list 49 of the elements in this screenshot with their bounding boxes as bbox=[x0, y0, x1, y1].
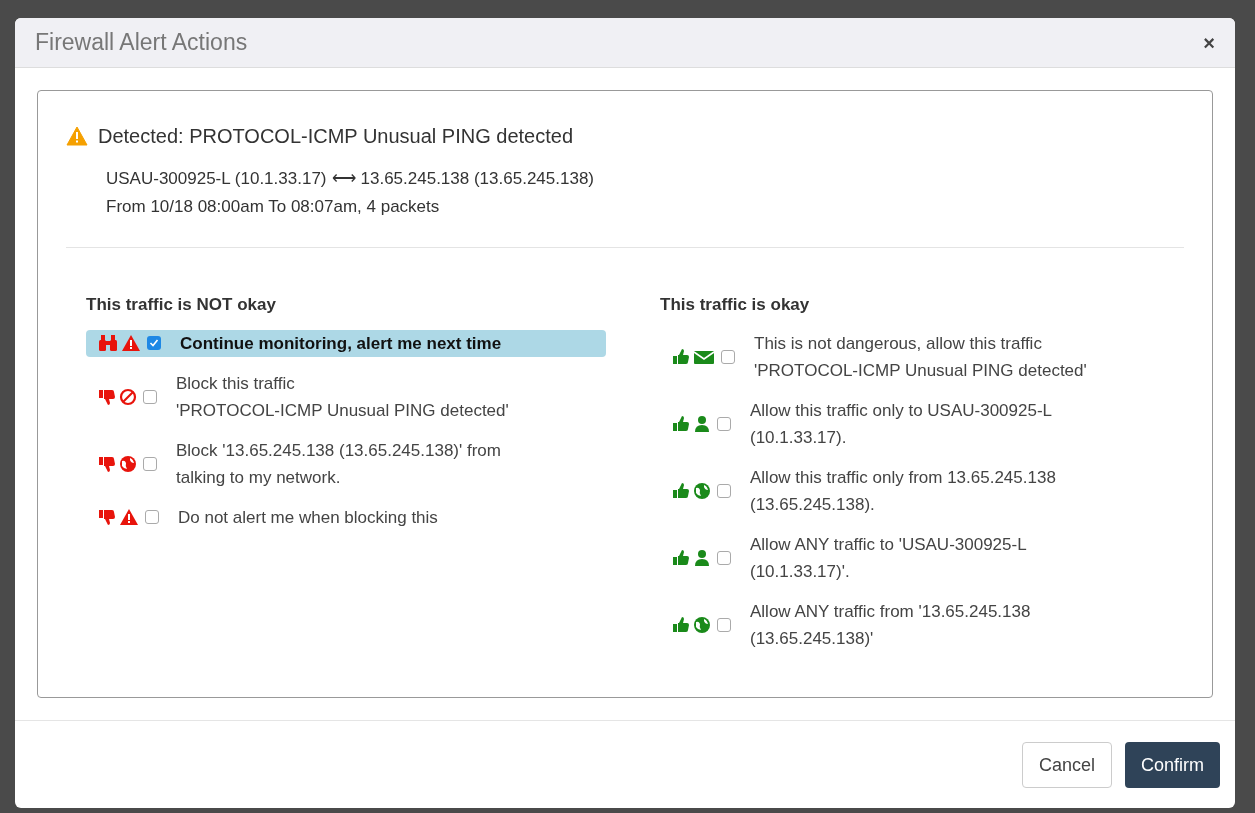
alert-time-range: From 10/18 08:00am To 08:07am, 4 packets bbox=[106, 196, 441, 218]
thumbs-up-icon bbox=[672, 481, 690, 500]
checkbox[interactable] bbox=[717, 483, 731, 498]
thumbs-up-icon bbox=[672, 347, 690, 366]
cancel-button[interactable]: Cancel bbox=[1021, 742, 1112, 788]
checkbox[interactable] bbox=[143, 389, 157, 404]
checkbox[interactable] bbox=[143, 456, 157, 471]
checkbox[interactable] bbox=[717, 550, 731, 565]
thumbs-up-icon bbox=[672, 548, 690, 567]
checkbox[interactable] bbox=[717, 416, 731, 431]
bidirectional-arrow: ⟷ bbox=[331, 168, 356, 190]
thumbs-down-icon bbox=[98, 454, 116, 473]
option-label: Do not alert me when blocking this bbox=[178, 506, 438, 529]
alert-heading: Detected: PROTOCOL-ICMP Unusual PING detected bbox=[98, 124, 573, 149]
thumbs-up-icon bbox=[672, 615, 690, 634]
selected-option-row[interactable]: Continue monitoring, alert me next time bbox=[86, 329, 606, 357]
globe-icon bbox=[693, 615, 711, 634]
option-label: Block this traffic 'PROTOCOL-ICMP Unusual PING detected' bbox=[176, 372, 509, 422]
column-heading: This traffic is okay bbox=[660, 294, 811, 316]
checkbox[interactable] bbox=[145, 510, 159, 524]
thumbs-down-icon bbox=[98, 508, 116, 526]
close-button[interactable]: × bbox=[1203, 32, 1215, 53]
warning-icon bbox=[66, 126, 88, 146]
option-label: Allow ANY traffic to 'USAU-300925-L (10.1.33.17)'. bbox=[750, 533, 1027, 583]
option-label: Allow ANY traffic from '13.65.245.138 (13.65.245.138)' bbox=[750, 600, 1031, 650]
user-icon bbox=[693, 548, 711, 567]
thumbs-up-icon bbox=[672, 414, 690, 433]
checkbox[interactable] bbox=[721, 349, 735, 364]
checkbox[interactable] bbox=[717, 617, 731, 632]
dialog-title: Firewall Alert Actions bbox=[35, 28, 248, 58]
source-host: USAU-300925-L (10.1.33.17) bbox=[106, 168, 327, 190]
globe-icon bbox=[119, 454, 137, 473]
column-heading: This traffic is NOT okay bbox=[86, 294, 277, 316]
option-label: This is not dangerous, allow this traffic 'PROTOCOL-ICMP Unusual PING detected' bbox=[754, 332, 1087, 382]
warning-icon bbox=[119, 508, 139, 526]
envelope-icon bbox=[693, 348, 715, 365]
destination-host: 13.65.245.138 (13.65.245.138) bbox=[360, 168, 594, 190]
option-label: Continue monitoring, alert me next time bbox=[180, 332, 502, 355]
ban-icon bbox=[119, 387, 137, 406]
confirm-button[interactable]: Confirm bbox=[1125, 742, 1220, 788]
thumbs-down-icon bbox=[98, 387, 116, 406]
globe-icon bbox=[693, 481, 711, 500]
option-label: Block '13.65.245.138 (13.65.245.138)' from talking to my network. bbox=[176, 439, 501, 489]
checkbox[interactable] bbox=[147, 336, 161, 350]
user-icon bbox=[693, 414, 711, 433]
binoculars-icon bbox=[98, 334, 118, 352]
option-label: Allow this traffic only from 13.65.245.138 (13.65.245.138). bbox=[750, 466, 1056, 516]
option-label: Allow this traffic only to USAU-300925-L (10.1.33.17). bbox=[750, 399, 1053, 449]
warning-icon bbox=[121, 334, 141, 352]
